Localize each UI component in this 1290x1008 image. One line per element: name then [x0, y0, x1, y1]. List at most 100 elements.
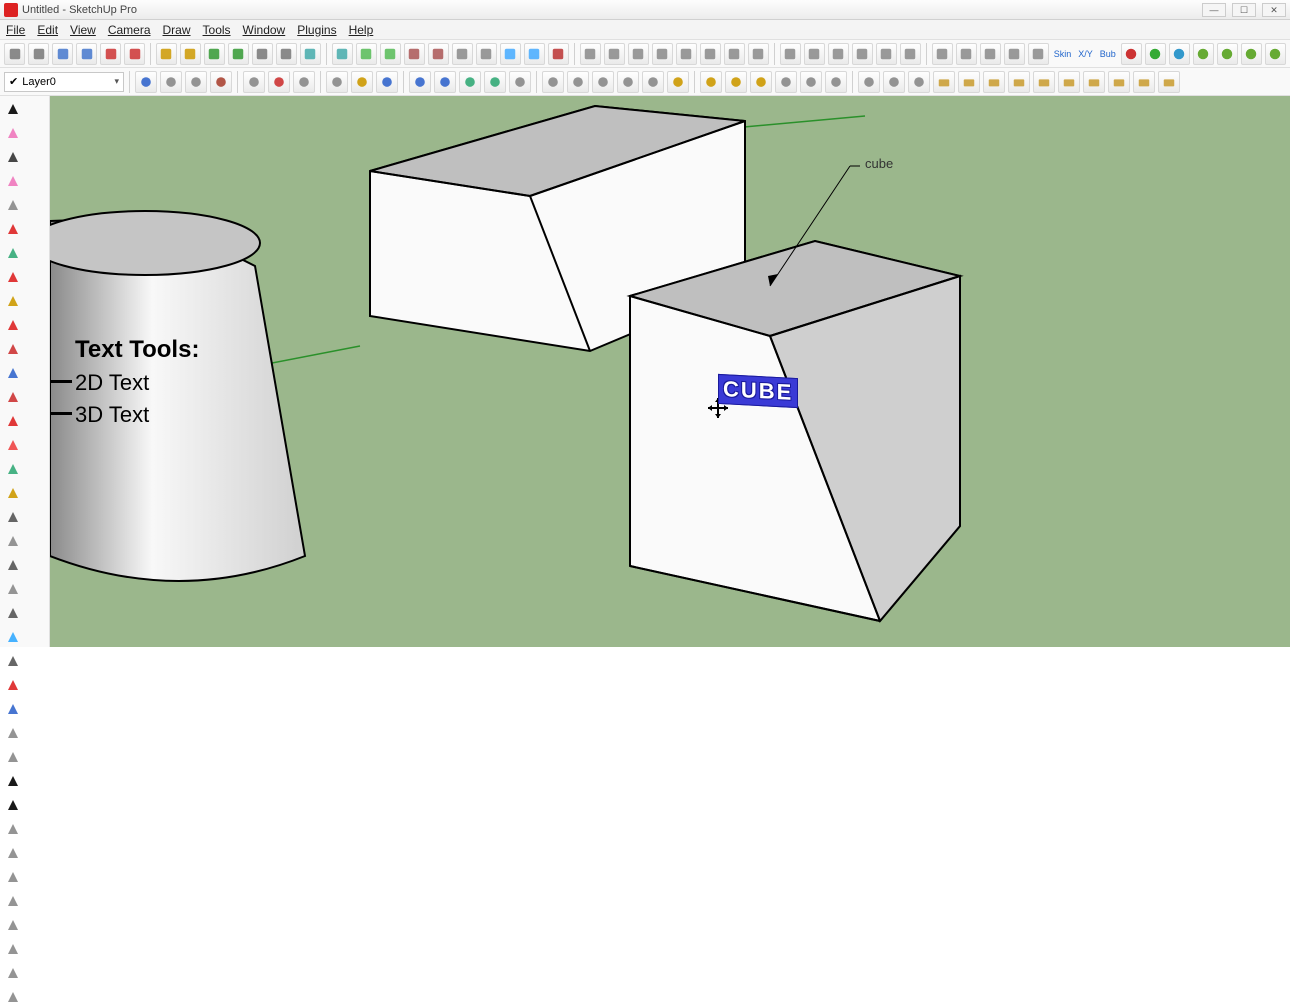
toolbar1-button-10[interactable] [252, 43, 273, 65]
toolbar1-button-21[interactable] [524, 43, 545, 65]
toolbar2-button-13[interactable] [484, 71, 506, 93]
toolbar2-sandbox-2[interactable] [983, 71, 1005, 93]
toolbar2-button-20[interactable] [667, 71, 689, 93]
toolbar2-button-29[interactable] [908, 71, 930, 93]
toolbar2-button-1[interactable] [160, 71, 182, 93]
toolbar1-button-38[interactable] [956, 43, 977, 65]
toolbar1-button-5[interactable] [124, 43, 145, 65]
toolbar1-extra-1[interactable] [1145, 43, 1166, 65]
toolbar1-button-39[interactable] [980, 43, 1001, 65]
minimize-button[interactable]: — [1202, 3, 1226, 17]
toolbar1-button-41[interactable] [1028, 43, 1049, 65]
toolbar1-extra-6[interactable] [1265, 43, 1286, 65]
left-tool-1[interactable] [2, 122, 24, 144]
left-tool-7[interactable] [2, 266, 24, 288]
toolbar2-sandbox-9[interactable] [1158, 71, 1180, 93]
toolbar1-button-37[interactable] [932, 43, 953, 65]
label-xy[interactable]: X/Y [1078, 49, 1093, 59]
left-tool-0[interactable] [2, 98, 24, 120]
left-tool-28[interactable] [2, 770, 24, 792]
left-tool-18[interactable] [2, 530, 24, 552]
menu-camera[interactable]: Camera [108, 23, 151, 37]
left-tool-19[interactable] [2, 554, 24, 576]
toolbar2-sandbox-7[interactable] [1108, 71, 1130, 93]
left-tool-32[interactable] [2, 866, 24, 888]
toolbar1-button-23[interactable] [580, 43, 601, 65]
toolbar2-button-21[interactable] [700, 71, 722, 93]
left-tool-31[interactable] [2, 842, 24, 864]
left-tool-11[interactable] [2, 362, 24, 384]
toolbar2-button-16[interactable] [567, 71, 589, 93]
left-tool-13[interactable] [2, 410, 24, 432]
left-tool-21[interactable] [2, 602, 24, 624]
left-tool-17[interactable] [2, 506, 24, 528]
toolbar2-sandbox-1[interactable] [958, 71, 980, 93]
left-tool-25[interactable] [2, 698, 24, 720]
toolbar1-button-28[interactable] [700, 43, 721, 65]
leader-label[interactable]: cube [865, 156, 893, 171]
toolbar1-extra-5[interactable] [1241, 43, 1262, 65]
left-tool-4[interactable] [2, 194, 24, 216]
toolbar2-button-15[interactable] [542, 71, 564, 93]
maximize-button[interactable]: ☐ [1232, 3, 1256, 17]
left-tool-22[interactable] [2, 626, 24, 648]
toolbar2-button-28[interactable] [883, 71, 905, 93]
toolbar1-button-0[interactable] [4, 43, 25, 65]
toolbar2-button-3[interactable] [210, 71, 232, 93]
toolbar2-button-18[interactable] [617, 71, 639, 93]
left-tool-2[interactable] [2, 146, 24, 168]
toolbar2-button-8[interactable] [351, 71, 373, 93]
toolbar2-sandbox-0[interactable] [933, 71, 955, 93]
toolbar1-button-4[interactable] [100, 43, 121, 65]
toolbar1-button-40[interactable] [1004, 43, 1025, 65]
toolbar2-button-10[interactable] [409, 71, 431, 93]
toolbar2-button-25[interactable] [800, 71, 822, 93]
toolbar2-button-24[interactable] [775, 71, 797, 93]
toolbar1-button-30[interactable] [748, 43, 769, 65]
toolbar1-button-2[interactable] [52, 43, 73, 65]
left-tool-16[interactable] [2, 482, 24, 504]
left-tool-14[interactable] [2, 434, 24, 456]
toolbar2-button-17[interactable] [592, 71, 614, 93]
toolbar2-button-11[interactable] [434, 71, 456, 93]
layer-selector[interactable]: ✔ Layer0▾ [4, 72, 124, 92]
left-tool-23[interactable] [2, 650, 24, 672]
menu-help[interactable]: Help [349, 23, 374, 37]
toolbar1-button-13[interactable] [332, 43, 353, 65]
toolbar2-button-26[interactable] [825, 71, 847, 93]
toolbar1-extra-2[interactable] [1169, 43, 1190, 65]
toolbar1-button-26[interactable] [652, 43, 673, 65]
toolbar1-extra-4[interactable] [1217, 43, 1238, 65]
toolbar2-sandbox-4[interactable] [1033, 71, 1055, 93]
toolbar1-button-9[interactable] [228, 43, 249, 65]
viewport-3d[interactable]: cube CUBE Text Tools: 2D Text 3D Text [50, 96, 1290, 647]
menu-view[interactable]: View [70, 23, 96, 37]
toolbar1-button-25[interactable] [628, 43, 649, 65]
toolbar1-button-1[interactable] [28, 43, 49, 65]
toolbar1-button-7[interactable] [180, 43, 201, 65]
left-tool-24[interactable] [2, 674, 24, 696]
left-tool-12[interactable] [2, 386, 24, 408]
toolbar1-button-11[interactable] [276, 43, 297, 65]
left-tool-37[interactable] [2, 986, 24, 1008]
toolbar2-button-5[interactable] [268, 71, 290, 93]
toolbar1-button-6[interactable] [156, 43, 177, 65]
toolbar1-button-27[interactable] [676, 43, 697, 65]
toolbar1-button-18[interactable] [452, 43, 473, 65]
toolbar1-button-20[interactable] [500, 43, 521, 65]
left-tool-27[interactable] [2, 746, 24, 768]
toolbar2-sandbox-3[interactable] [1008, 71, 1030, 93]
menu-file[interactable]: File [6, 23, 25, 37]
left-tool-36[interactable] [2, 962, 24, 984]
toolbar2-button-9[interactable] [376, 71, 398, 93]
toolbar2-button-14[interactable] [509, 71, 531, 93]
left-tool-29[interactable] [2, 794, 24, 816]
left-tool-26[interactable] [2, 722, 24, 744]
toolbar1-button-24[interactable] [604, 43, 625, 65]
menu-edit[interactable]: Edit [37, 23, 58, 37]
left-tool-15[interactable] [2, 458, 24, 480]
toolbar1-button-16[interactable] [404, 43, 425, 65]
toolbar2-button-19[interactable] [642, 71, 664, 93]
left-tool-34[interactable] [2, 914, 24, 936]
left-tool-30[interactable] [2, 818, 24, 840]
